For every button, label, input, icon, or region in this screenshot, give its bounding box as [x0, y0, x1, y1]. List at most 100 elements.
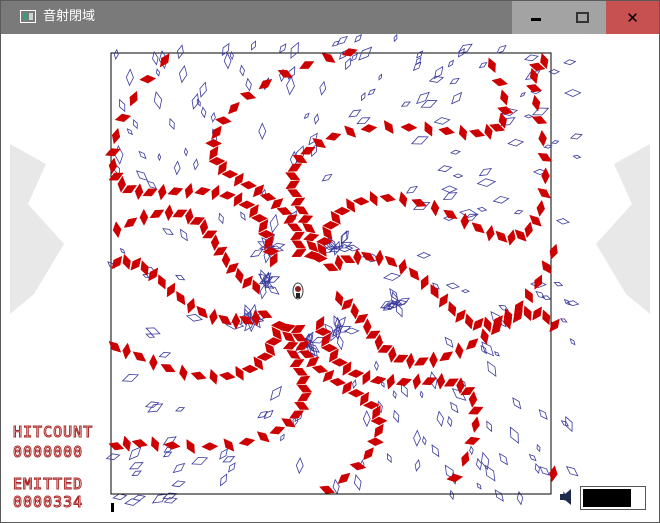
blue-bullet — [295, 457, 304, 475]
blue-bullet — [441, 185, 458, 193]
game-canvas[interactable] — [10, 34, 650, 514]
blue-bullet — [191, 456, 209, 465]
blue-bullet — [519, 91, 526, 98]
red-bullet — [412, 373, 421, 390]
red-bullet — [538, 129, 547, 147]
blue-bullet — [476, 482, 482, 490]
red-bullet — [287, 223, 303, 232]
red-bullet — [218, 191, 236, 200]
blue-bullet — [476, 178, 497, 187]
maximize-button[interactable] — [559, 1, 606, 34]
red-bullet — [362, 369, 371, 386]
blue-bullet — [219, 448, 229, 460]
blue-bullet — [336, 35, 348, 46]
volume-slider[interactable] — [580, 486, 646, 510]
blue-bullet — [476, 457, 482, 471]
blue-bullet — [269, 385, 283, 401]
red-bullet — [172, 209, 188, 218]
blue-bullet — [158, 351, 172, 358]
red-bullet — [523, 305, 532, 322]
blue-bullet — [249, 248, 264, 258]
red-bullet — [122, 435, 131, 452]
blue-bullet — [374, 360, 379, 372]
red-bullet — [366, 437, 384, 447]
left-shadow — [10, 144, 64, 314]
red-bullet — [384, 255, 398, 268]
speaker-icon[interactable] — [558, 486, 578, 508]
blue-bullet — [523, 54, 539, 62]
blue-bullet — [345, 57, 351, 71]
blue-bullet — [572, 154, 582, 159]
blue-bullet — [392, 389, 397, 400]
blue-bullet — [444, 336, 454, 348]
minimize-button[interactable] — [512, 1, 559, 34]
blue-bullet — [331, 40, 340, 47]
red-bullet — [166, 282, 176, 298]
blue-bullet — [145, 327, 161, 335]
blue-bullet — [469, 445, 474, 456]
red-bullet — [187, 297, 196, 314]
blue-bullet-layer — [105, 34, 583, 506]
blue-bullet — [560, 420, 570, 427]
red-bullet — [218, 314, 232, 326]
red-bullet — [158, 183, 167, 201]
red-bullet — [335, 290, 344, 307]
red-bullet — [464, 436, 481, 445]
red-bullet — [458, 124, 468, 141]
blue-bullet — [169, 117, 175, 131]
red-bullet — [132, 351, 147, 362]
red-bullet — [176, 290, 186, 306]
blue-bullet — [286, 75, 295, 96]
blue-bullet — [245, 77, 252, 92]
red-bullet — [514, 229, 527, 242]
title-bar[interactable]: 音射閉域 ✕ — [1, 1, 659, 34]
red-bullet — [306, 356, 320, 368]
close-icon: ✕ — [626, 8, 639, 27]
red-bullet — [500, 89, 509, 106]
hitcount-label: HITCOUNT — [12, 423, 94, 442]
blue-bullet — [523, 114, 534, 119]
blue-bullet — [492, 195, 510, 204]
blue-bullet — [413, 429, 421, 447]
red-bullet — [190, 371, 207, 380]
red-bullet — [201, 442, 219, 451]
blue-bullet — [171, 480, 186, 488]
blue-bullet — [178, 64, 188, 84]
red-bullet — [111, 127, 121, 145]
red-bullet — [139, 208, 149, 226]
red-bullet — [420, 274, 429, 291]
blue-bullet — [155, 68, 160, 77]
red-bullet — [461, 450, 470, 468]
close-button[interactable]: ✕ — [606, 1, 659, 34]
red-bullet — [209, 368, 218, 385]
blue-bullet — [442, 192, 458, 201]
blue-bullet — [348, 109, 362, 118]
blue-bullet — [121, 373, 140, 382]
blue-bullet — [193, 158, 199, 171]
blue-bullet — [419, 390, 424, 399]
red-bullet — [344, 125, 357, 138]
blue-bullet — [303, 112, 310, 120]
red-bullet — [242, 275, 253, 289]
maximize-icon — [576, 12, 589, 23]
blue-bullet — [555, 218, 570, 225]
red-bullet — [205, 139, 223, 148]
red-bullet — [446, 473, 464, 483]
blue-bullet — [386, 453, 392, 464]
blue-bullet — [553, 281, 564, 287]
blue-bullet — [321, 173, 333, 182]
blue-bullet — [481, 341, 495, 357]
red-bullet — [537, 187, 551, 199]
blue-bullet — [175, 406, 186, 412]
blue-bullet — [191, 93, 200, 110]
blue-bullet — [218, 212, 224, 225]
game-canvas-area[interactable]: HITCOUNT 0000000 EMITTED 0000334 — [10, 34, 650, 514]
red-bullet — [235, 365, 244, 381]
red-bullet — [399, 191, 408, 208]
blue-bullet — [362, 410, 371, 428]
red-bullet — [194, 187, 211, 196]
red-bullet — [287, 163, 303, 172]
volume-level-fill — [583, 489, 631, 507]
red-bullet — [438, 293, 449, 308]
blue-bullet — [512, 397, 522, 410]
